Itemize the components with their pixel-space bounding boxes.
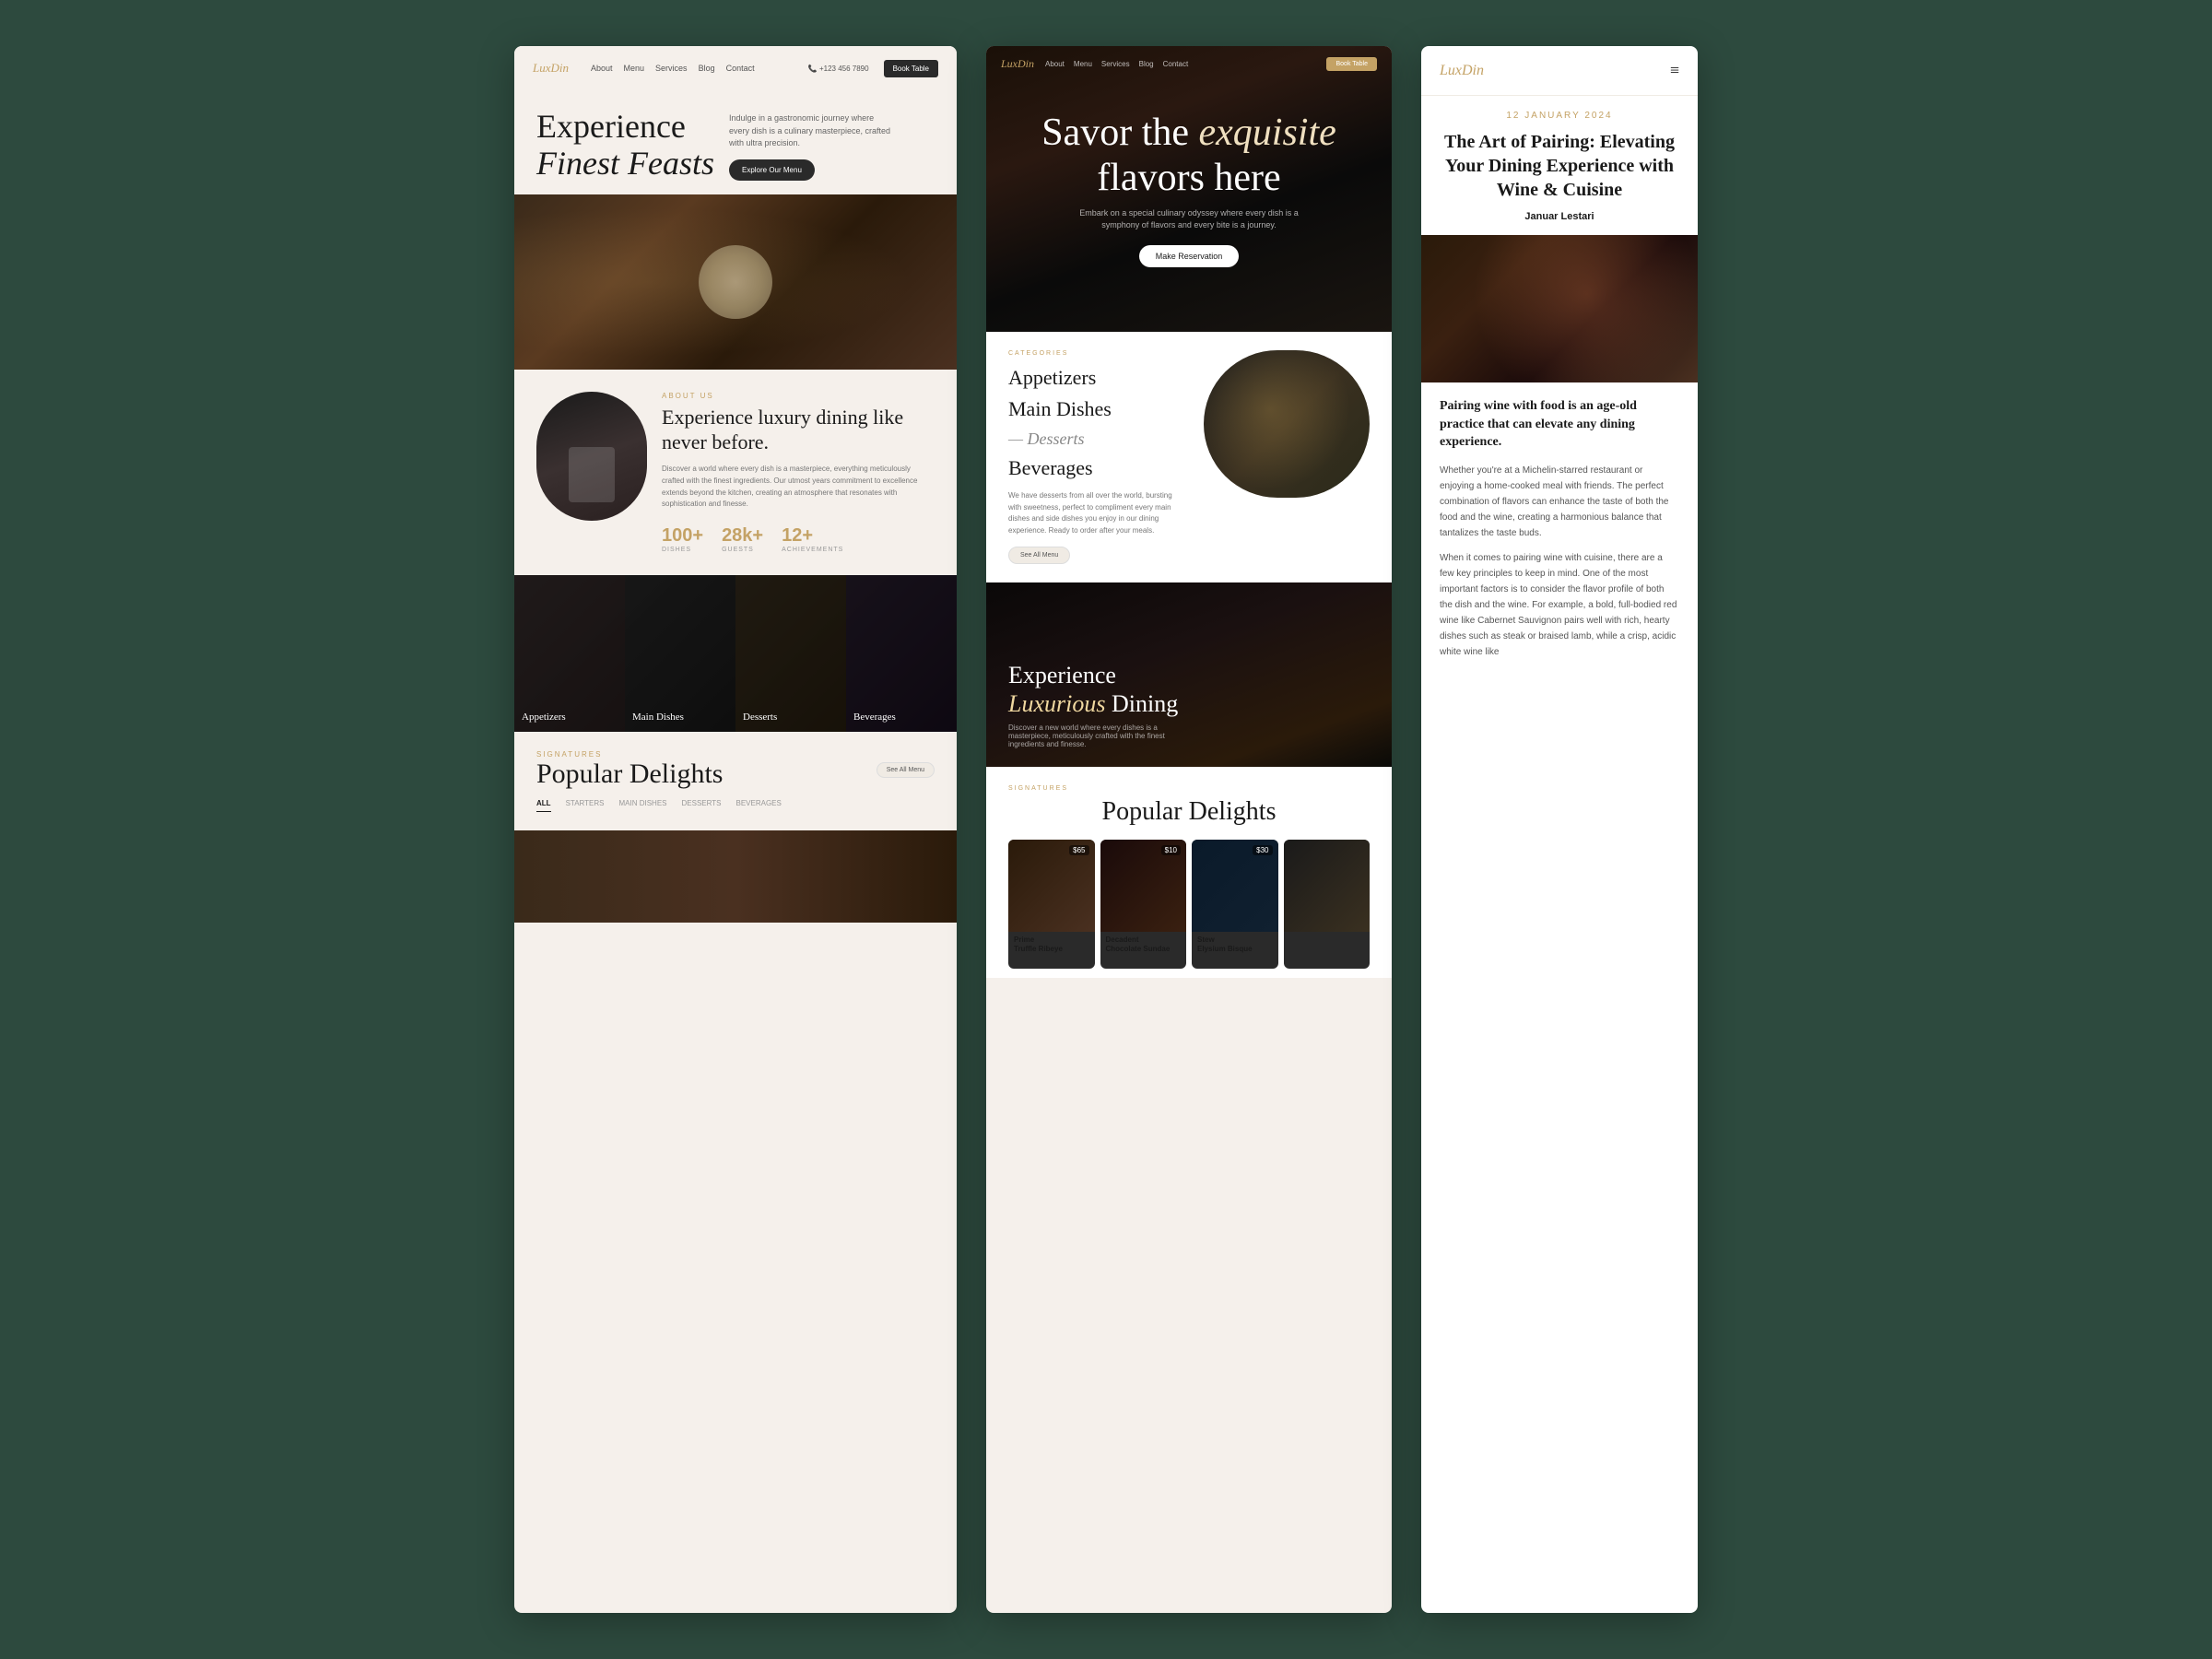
see-all-btn-1[interactable]: See All Menu bbox=[877, 762, 935, 778]
categories-section-2: CATEGORIES Appetizers Main Dishes Desser… bbox=[986, 332, 1392, 582]
phone-1: 📞 +123 456 7890 bbox=[808, 65, 869, 73]
tab-row-1: ALL STARTERS MAIN DISHES DESSERTS BEVERA… bbox=[536, 799, 935, 812]
food-card-4[interactable] bbox=[1284, 840, 1371, 969]
cat-desserts-2[interactable]: Desserts bbox=[1008, 429, 1185, 450]
food-card-price-2: $10 bbox=[1161, 845, 1181, 855]
hero-section-1: Experience Finest Feasts Indulge in a ga… bbox=[514, 90, 957, 182]
navbar-1: LuxDin About Menu Services Blog Contact … bbox=[514, 46, 957, 90]
article-lead-3: Pairing wine with food is an age-old pra… bbox=[1440, 397, 1679, 452]
hero-desc-2: Embark on a special culinary odyssey whe… bbox=[1069, 207, 1309, 232]
popular-title-1: Popular Delights bbox=[536, 759, 724, 790]
nav-blog-1[interactable]: Blog bbox=[699, 64, 715, 73]
luxury-title-2: Experience Luxurious Dining bbox=[1008, 661, 1370, 718]
nav-services-2[interactable]: Services bbox=[1101, 60, 1130, 68]
cat-appetizers-1[interactable]: Appetizers bbox=[514, 575, 625, 732]
tab-all-1[interactable]: ALL bbox=[536, 799, 551, 812]
reserve-btn-2[interactable]: Make Reservation bbox=[1139, 245, 1240, 267]
cat-label-2: CATEGORIES bbox=[1008, 350, 1185, 357]
article-para-2-3: When it comes to pairing wine with cuisi… bbox=[1440, 550, 1679, 660]
hero-image-1 bbox=[514, 194, 957, 370]
panel-2: LuxDin About Menu Services Blog Contact … bbox=[986, 46, 1392, 1613]
article-image-3 bbox=[1421, 235, 1698, 382]
nav-menu-2[interactable]: Menu bbox=[1074, 60, 1092, 68]
see-all-btn-2[interactable]: See All Menu bbox=[1008, 547, 1070, 564]
popular-section-1: SIGNATURES Popular Delights See All Menu… bbox=[514, 732, 957, 821]
sig-label-1: SIGNATURES bbox=[536, 750, 724, 759]
food-card-name-1: PrimeTruffle Ribeye bbox=[1014, 935, 1089, 953]
about-label-1: ABOUT US bbox=[662, 392, 935, 400]
food-cards-2: $65 PrimeTruffle Ribeye $10 DecadentChoc… bbox=[1008, 840, 1370, 969]
cat-desc-2: We have desserts from all over the world… bbox=[1008, 490, 1185, 537]
stat-guests-num: 28k+ bbox=[722, 525, 763, 547]
sig-label-2: SIGNATURES bbox=[1008, 785, 1370, 792]
logo-1[interactable]: LuxDin bbox=[533, 61, 569, 76]
cat-main-1[interactable]: Main Dishes bbox=[625, 575, 735, 732]
about-section-1: ABOUT US Experience luxury dining like n… bbox=[514, 370, 957, 575]
food-strip-1 bbox=[514, 830, 957, 923]
food-card-1[interactable]: $65 PrimeTruffle Ribeye bbox=[1008, 840, 1095, 969]
tab-starters-1[interactable]: STARTERS bbox=[566, 799, 605, 812]
food-card-2[interactable]: $10 DecadentChocolate Sundae bbox=[1100, 840, 1187, 969]
nav-menu-1[interactable]: Menu bbox=[624, 64, 645, 73]
food-card-img-4 bbox=[1284, 840, 1371, 932]
food-card-name-2: DecadentChocolate Sundae bbox=[1106, 935, 1182, 953]
cat-beverages-2[interactable]: Beverages bbox=[1008, 456, 1185, 480]
stat-achieve-num: 12+ bbox=[782, 525, 843, 547]
nav-about-1[interactable]: About bbox=[591, 64, 613, 73]
article-body-3: Pairing wine with food is an age-old pra… bbox=[1421, 382, 1698, 1613]
food-card-price-3: $30 bbox=[1253, 845, 1272, 855]
popular-title-2: Popular Delights bbox=[1008, 797, 1370, 827]
nav-links-2: About Menu Services Blog Contact bbox=[1045, 60, 1315, 68]
article-title-3: The Art of Pairing: Elevating Your Dinin… bbox=[1440, 130, 1679, 202]
food-card-name-3: StewElysium Bisque bbox=[1197, 935, 1273, 953]
stats-row-1: 100+ DISHES 28k+ GUESTS 12+ ACHIEVEMENTS bbox=[662, 525, 935, 553]
nav-contact-1[interactable]: Contact bbox=[726, 64, 755, 73]
article-date-3: 12 JANUARY 2024 bbox=[1440, 111, 1679, 121]
tab-main-1[interactable]: MAIN DISHES bbox=[619, 799, 667, 812]
hero-section-2: LuxDin About Menu Services Blog Contact … bbox=[986, 46, 1392, 332]
cat-food-image-2 bbox=[1204, 350, 1370, 498]
stat-achieve-label: ACHIEVEMENTS bbox=[782, 547, 843, 553]
hamburger-icon[interactable]: ≡ bbox=[1670, 61, 1679, 80]
hero-title-1: Experience Finest Feasts bbox=[536, 109, 714, 182]
stat-dishes-label: DISHES bbox=[662, 547, 703, 553]
nav-services-1[interactable]: Services bbox=[655, 64, 688, 73]
tab-desserts-1[interactable]: DESSERTS bbox=[682, 799, 722, 812]
nav-about-2[interactable]: About bbox=[1045, 60, 1065, 68]
logo-2[interactable]: LuxDin bbox=[1001, 57, 1034, 71]
book-table-btn-2[interactable]: Book Table bbox=[1326, 57, 1377, 71]
cat-beverages-1[interactable]: Beverages bbox=[846, 575, 957, 732]
logo-3[interactable]: LuxDin bbox=[1440, 63, 1484, 79]
about-chef-image-1 bbox=[536, 392, 647, 521]
cat-desserts-1[interactable]: Desserts bbox=[735, 575, 846, 732]
nav-links-1: About Menu Services Blog Contact bbox=[591, 64, 794, 73]
food-card-3[interactable]: $30 StewElysium Bisque bbox=[1192, 840, 1278, 969]
header-3: LuxDin ≡ bbox=[1421, 46, 1698, 96]
about-title-1: Experience luxury dining like never befo… bbox=[662, 406, 935, 454]
nav-contact-2[interactable]: Contact bbox=[1163, 60, 1189, 68]
stat-guests-label: GUESTS bbox=[722, 547, 763, 553]
article-header-3: 12 JANUARY 2024 The Art of Pairing: Elev… bbox=[1421, 96, 1698, 235]
nav-blog-2[interactable]: Blog bbox=[1139, 60, 1154, 68]
cat-main-2[interactable]: Main Dishes bbox=[1008, 397, 1185, 421]
article-author-3: Januar Lestari bbox=[1440, 211, 1679, 222]
food-card-price-1: $65 bbox=[1069, 845, 1088, 855]
stat-dishes-num: 100+ bbox=[662, 525, 703, 547]
panel-3: LuxDin ≡ 12 JANUARY 2024 The Art of Pair… bbox=[1421, 46, 1698, 1613]
article-para-1-3: Whether you're at a Michelin-starred res… bbox=[1440, 463, 1679, 541]
popular-section-2: SIGNATURES Popular Delights $65 PrimeTru… bbox=[986, 767, 1392, 978]
hero-title-2: Savor the exquisite flavors here bbox=[1041, 111, 1336, 200]
explore-btn-1[interactable]: Explore Our Menu bbox=[729, 159, 815, 181]
book-table-btn-1[interactable]: Book Table bbox=[884, 60, 938, 77]
luxury-section-2: Experience Luxurious Dining Discover a n… bbox=[986, 582, 1392, 767]
hero-desc-1: Indulge in a gastronomic journey where e… bbox=[729, 112, 895, 150]
about-desc-1: Discover a world where every dish is a m… bbox=[662, 464, 935, 511]
cat-appetizers-2[interactable]: Appetizers bbox=[1008, 366, 1185, 390]
luxury-desc-2: Discover a new world where every dishes … bbox=[1008, 724, 1193, 748]
categories-grid-1: Appetizers Main Dishes Desserts Beverage… bbox=[514, 575, 957, 732]
tab-beverages-1[interactable]: BEVERAGES bbox=[736, 799, 782, 812]
panel-1: LuxDin About Menu Services Blog Contact … bbox=[514, 46, 957, 1613]
navbar-2: LuxDin About Menu Services Blog Contact … bbox=[986, 46, 1392, 82]
